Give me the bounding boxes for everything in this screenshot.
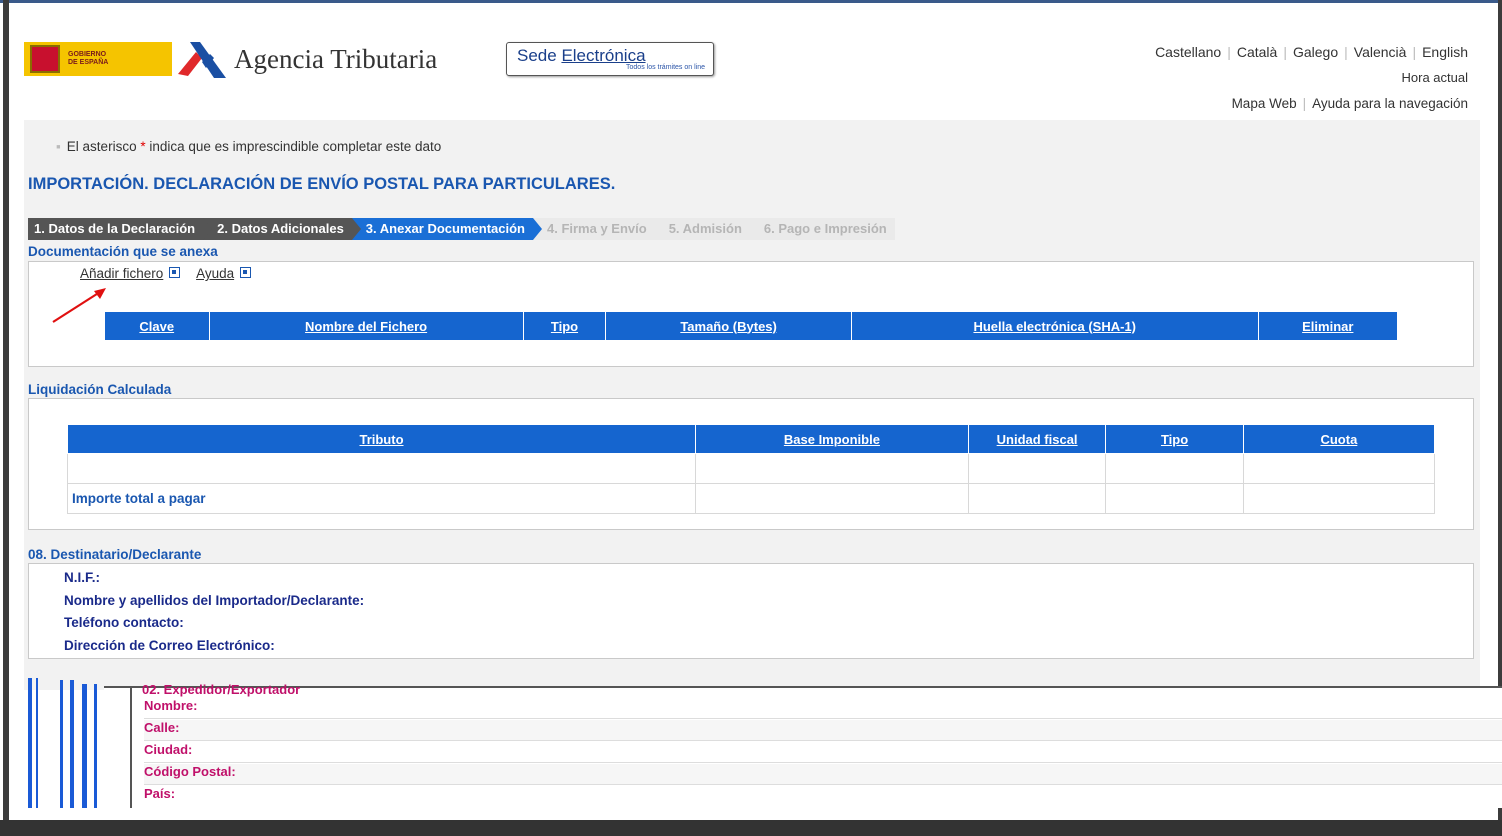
col-nombre-fichero[interactable]: Nombre del Fichero [208, 311, 524, 341]
col-huella[interactable]: Huella electrónica (SHA-1) [850, 311, 1259, 341]
window-bottom-bar [0, 820, 1502, 836]
sede-title-b: Electrónica [561, 46, 646, 65]
documentation-section-title: Documentación que se anexa [28, 244, 218, 259]
lang-catala[interactable]: Català [1237, 44, 1277, 60]
table-cell [694, 483, 969, 514]
total-label: Importe total a pagar [67, 483, 696, 514]
destinatario-fields: N.I.F.: Nombre y apellidos del Importado… [64, 570, 364, 660]
table-header-row: Clave Nombre del Fichero Tipo Tamaño (By… [104, 311, 1399, 341]
red-arrow-annotation-icon [52, 288, 106, 323]
table-cell [67, 453, 696, 484]
sede-title-a: Sede [517, 46, 562, 65]
language-selector: Castellano | Català | Galego | Valencià | Englis… [1155, 44, 1468, 60]
required-note: ▪ El asterisco * indica que es imprescind… [56, 139, 442, 154]
step-admision: 5. Admisión [654, 218, 759, 240]
destinatario-section-title: 08. Destinatario/Declarante [28, 547, 202, 562]
col-cuota[interactable]: Cuota [1242, 424, 1436, 454]
documentation-links: Añadir fichero Ayuda [80, 266, 255, 281]
field-nif: N.I.F.: [64, 570, 100, 585]
lang-castellano[interactable]: Castellano [1155, 44, 1221, 60]
glitch-stripe [60, 680, 63, 808]
step-arrow-icon [351, 218, 361, 240]
agencia-tributaria-logo-icon[interactable] [176, 40, 228, 80]
col-tributo[interactable]: Tributo [67, 424, 696, 454]
col-unidad-fiscal[interactable]: Unidad fiscal [967, 424, 1107, 454]
agency-name[interactable]: Agencia Tributaria [234, 44, 437, 75]
gobierno-logo[interactable]: GOBIERNO DE ESPAÑA [24, 42, 172, 76]
bullet-icon: ▪ [56, 139, 61, 154]
step-anexar-documentacion[interactable]: 3. Anexar Documentación [351, 218, 542, 240]
table-cell [1105, 483, 1244, 514]
glitch-stripe [36, 678, 38, 808]
col-tamano[interactable]: Tamaño (Bytes) [605, 311, 852, 341]
table-cell [1242, 483, 1436, 514]
external-link-icon [169, 267, 181, 278]
field-codigo-postal: Código Postal: [144, 764, 1502, 785]
sede-electronica-button[interactable]: Sede Electrónica Todos los trámites on l… [506, 42, 714, 76]
table-cell [967, 453, 1107, 484]
step-arrow-icon [532, 218, 542, 240]
glitch-stripe [70, 680, 74, 808]
gobierno-text: GOBIERNO DE ESPAÑA [68, 51, 109, 66]
field-telefono: Teléfono contacto: [64, 615, 184, 630]
step-arrow-icon [654, 218, 664, 240]
add-file-link[interactable]: Añadir fichero [80, 266, 163, 281]
table-cell [967, 483, 1107, 514]
sede-subtitle: Todos los trámites on line [626, 64, 705, 71]
table-row [67, 453, 1436, 484]
glitch-stripe [28, 678, 32, 808]
table-cell [694, 453, 969, 484]
glitch-stripe [94, 684, 97, 808]
wizard-steps: 1. Datos de la Declaración 2. Datos Adic… [28, 218, 895, 240]
help-link[interactable]: Ayuda [196, 266, 234, 281]
field-pais: País: [144, 786, 176, 801]
utility-links: Mapa Web | Ayuda para la navegación [1231, 96, 1468, 111]
col-base-imponible[interactable]: Base Imponible [694, 424, 969, 454]
liquidacion-section-title: Liquidación Calculada [28, 382, 172, 397]
step-datos-adicionales[interactable]: 2. Datos Adicionales [203, 218, 361, 240]
total-row: Importe total a pagar [67, 483, 1436, 514]
external-link-icon [240, 267, 252, 278]
field-ciudad: Ciudad: [144, 742, 1502, 763]
col-clave[interactable]: Clave [104, 311, 210, 341]
site-header: GOBIERNO DE ESPAÑA Agencia Tributaria Se… [24, 30, 1474, 120]
lang-english[interactable]: English [1422, 44, 1468, 60]
page-title: IMPORTACIÓN. DECLARACIÓN DE ENVÍO POSTAL… [28, 175, 616, 193]
expedidor-section-title: 02. Expedidor/Exportador [142, 682, 301, 697]
step-pago-impresion: 6. Pago e Impresión [749, 218, 895, 240]
table-cell [1105, 453, 1244, 484]
lang-valencia[interactable]: Valencià [1354, 44, 1407, 60]
step-firma-envio: 4. Firma y Envío [532, 218, 664, 240]
lang-galego[interactable]: Galego [1293, 44, 1338, 60]
step-datos-declaracion[interactable]: 1. Datos de la Declaración [28, 218, 213, 240]
col-tipo[interactable]: Tipo [1105, 424, 1244, 454]
step-arrow-icon [203, 218, 213, 240]
table-header-row: Tributo Base Imponible Unidad fiscal Tip… [67, 424, 1436, 454]
table-cell [1242, 453, 1436, 484]
field-nombre: Nombre: [144, 698, 1502, 719]
documents-table: Clave Nombre del Fichero Tipo Tamaño (By… [104, 311, 1399, 341]
expedidor-section: 02. Expedidor/Exportador Nombre: Calle: … [104, 682, 1502, 808]
glitch-stripe [82, 684, 87, 808]
field-email: Dirección de Correo Electrónico: [64, 637, 275, 653]
mapa-web-link[interactable]: Mapa Web [1232, 96, 1297, 111]
col-eliminar[interactable]: Eliminar [1257, 311, 1399, 341]
coat-of-arms-icon [30, 45, 60, 73]
ayuda-navegacion-link[interactable]: Ayuda para la navegación [1312, 96, 1468, 111]
window-frame-left [3, 0, 9, 820]
field-calle: Calle: [144, 720, 1502, 741]
field-nombre-importador: Nombre y apellidos del Importador/Declar… [64, 592, 365, 608]
step-arrow-icon [749, 218, 759, 240]
col-tipo[interactable]: Tipo [522, 311, 607, 341]
liquidacion-table: Tributo Base Imponible Unidad fiscal Tip… [67, 424, 1436, 514]
hora-actual-link[interactable]: Hora actual [1402, 70, 1468, 85]
